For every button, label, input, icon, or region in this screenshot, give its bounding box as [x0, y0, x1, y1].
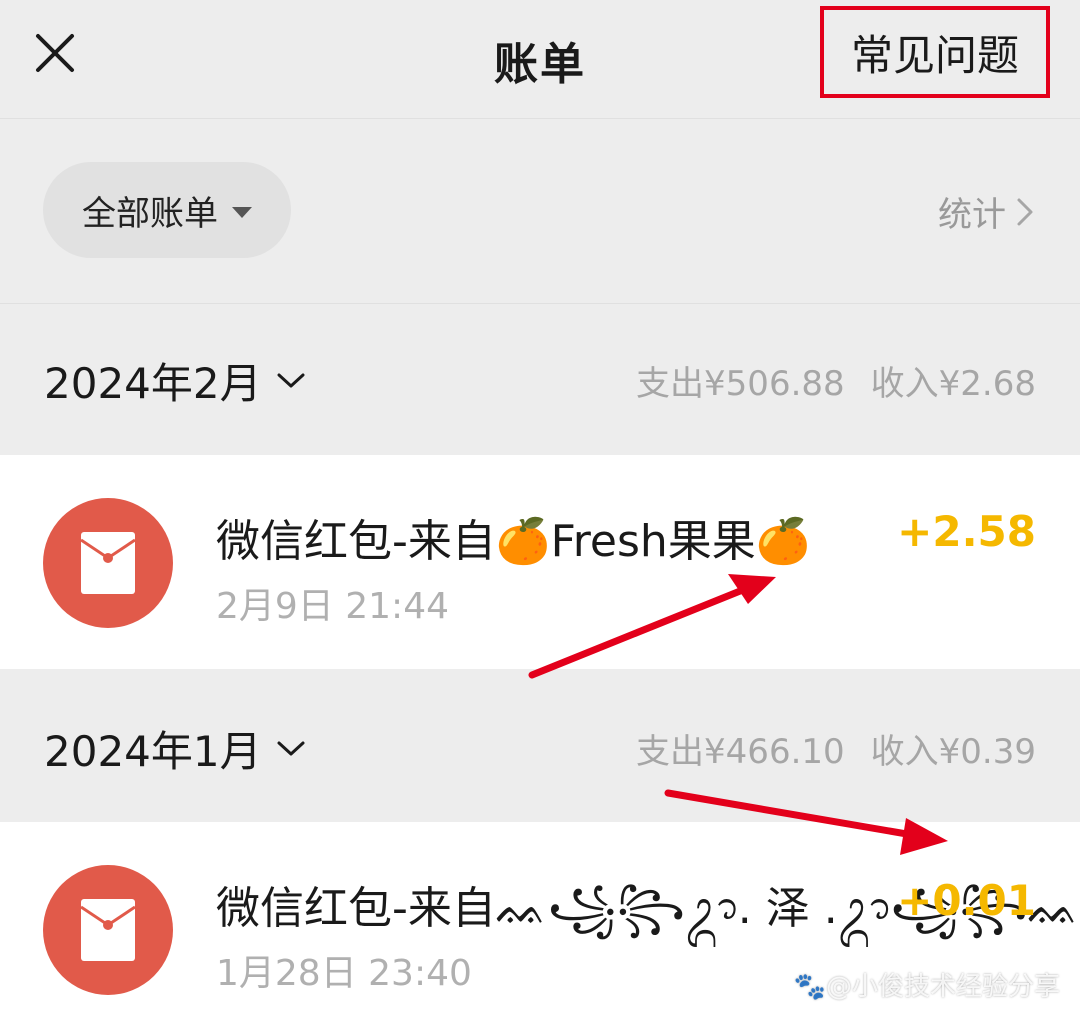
close-icon[interactable] [30, 28, 80, 78]
chevron-down-icon [277, 741, 305, 755]
month-selector[interactable]: 2024年2月 [44, 350, 306, 411]
bill-type-label: 全部账单 [82, 193, 218, 234]
transaction-row[interactable]: 微信红包-来自🍊Fresh果果🍊 2月9日 21:44 +2.58 [0, 455, 1080, 669]
bill-type-dropdown[interactable]: 全部账单 [43, 162, 291, 258]
month-income: 收入¥2.68 [870, 364, 1036, 404]
month-header: 2024年1月 支出¥466.10 收入¥0.39 [0, 670, 1080, 820]
stats-link[interactable]: 统计 [938, 187, 1034, 236]
month-label: 2024年2月 [44, 359, 262, 408]
transaction-name: 微信红包-来自🍊Fresh果果🍊 [216, 516, 811, 567]
chevron-right-icon [1017, 198, 1033, 225]
stats-label: 统计 [938, 195, 1006, 235]
top-bar: 账单 常见问题 [0, 0, 1080, 119]
transaction-amount: +2.58 [897, 507, 1036, 556]
red-packet-icon [43, 498, 173, 628]
month-summary: 支出¥506.88 收入¥2.68 [636, 356, 1036, 405]
transaction-time: 1月28日 23:40 [216, 953, 472, 994]
month-expense: 支出¥506.88 [636, 364, 845, 404]
month-header: 2024年2月 支出¥506.88 收入¥2.68 [0, 304, 1080, 454]
month-income: 收入¥0.39 [870, 732, 1036, 772]
caret-down-icon [232, 206, 252, 218]
month-expense: 支出¥466.10 [636, 732, 845, 772]
transaction-amount: +0.01 [897, 876, 1036, 925]
transaction-row[interactable]: 微信红包-来自ᨐ꧁꧂ᬊ. 泽 .ᬊ꧁꧂ᨐ 1月28日 23:40 +0.01 [0, 822, 1080, 1036]
faq-button[interactable]: 常见问题 [820, 6, 1050, 98]
red-packet-icon [43, 865, 173, 995]
filter-bar: 全部账单 统计 [0, 119, 1080, 304]
transaction-time: 2月9日 21:44 [216, 586, 449, 627]
faq-label: 常见问题 [850, 30, 1019, 80]
watermark: 🐾@小俊技术经验分享 [793, 972, 1060, 1002]
month-label: 2024年1月 [44, 727, 262, 776]
month-selector[interactable]: 2024年1月 [44, 718, 306, 779]
chevron-down-icon [277, 373, 305, 387]
month-summary: 支出¥466.10 收入¥0.39 [636, 724, 1036, 773]
